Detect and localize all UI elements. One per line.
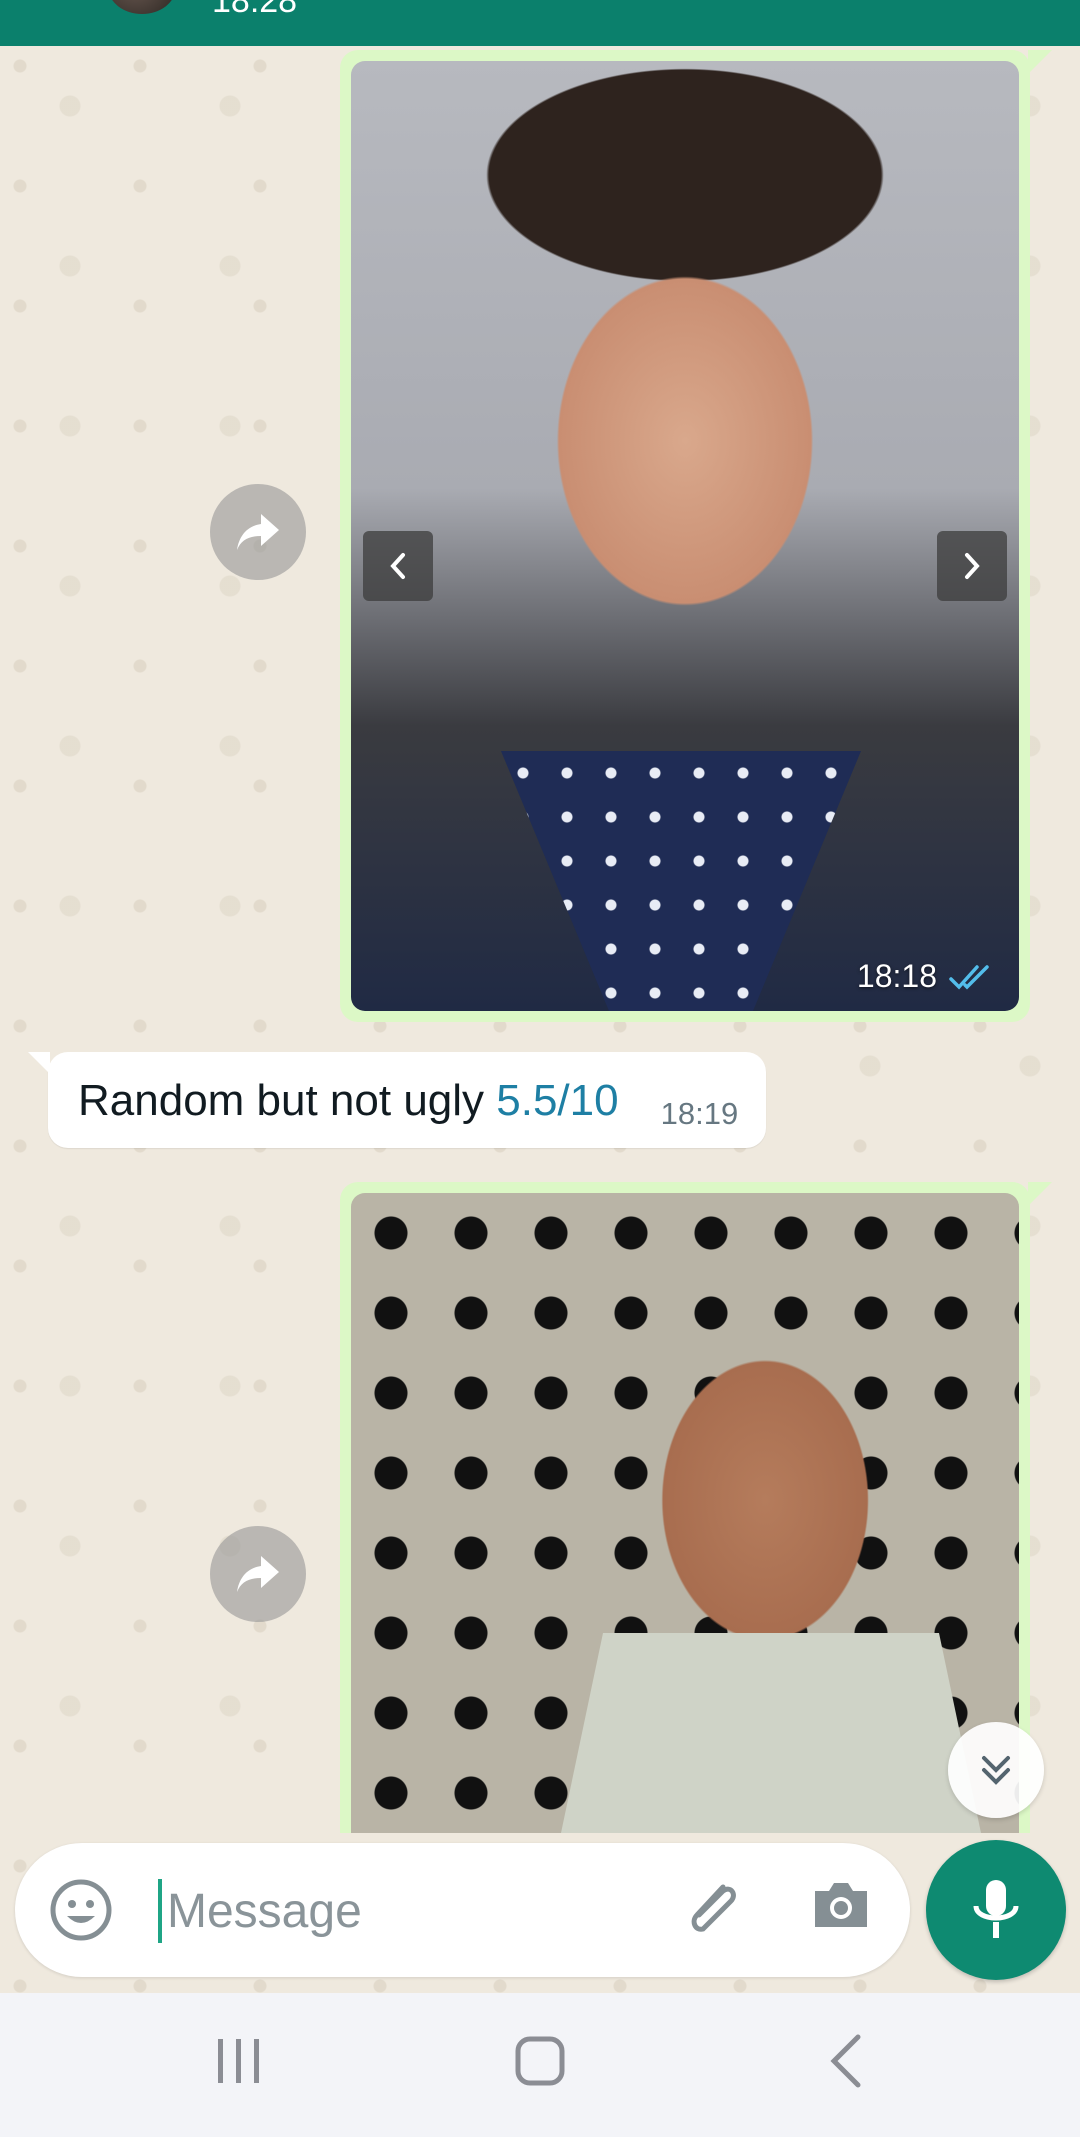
- chat-area[interactable]: 18:18 Random but not ugly 5.5/10 18:19: [0, 46, 1080, 1993]
- attach-button[interactable]: [675, 1871, 751, 1952]
- microphone-icon: [973, 1880, 1019, 1938]
- chat-header: 18:28: [0, 0, 1080, 46]
- outgoing-image-message[interactable]: 18:18: [340, 50, 1052, 1022]
- outgoing-image-message[interactable]: [340, 1182, 1052, 1833]
- message-text: Random but not ugly 5.5/10: [78, 1076, 619, 1125]
- incoming-text-message[interactable]: Random but not ugly 5.5/10 18:19: [28, 1052, 767, 1148]
- double-chevron-down-icon: [982, 1756, 1010, 1785]
- photo-detail: [561, 1633, 981, 1833]
- back-icon: [830, 2034, 861, 2088]
- contact-avatar[interactable]: [108, 0, 176, 14]
- camera-button[interactable]: [809, 1873, 873, 1942]
- forward-button[interactable]: [210, 484, 306, 580]
- system-navigation-bar: [0, 1993, 1080, 2137]
- read-ticks-icon: [949, 964, 989, 990]
- message-photo[interactable]: 18:18: [351, 61, 1019, 1011]
- emoji-button[interactable]: [47, 1876, 115, 1949]
- previous-image-button[interactable]: [363, 531, 433, 601]
- emoji-icon: [50, 1879, 112, 1941]
- header-time: 18:28: [212, 0, 298, 20]
- photo-detail: [501, 751, 861, 1011]
- message-time: 18:18: [856, 958, 937, 994]
- bubble-tail: [28, 1052, 50, 1074]
- home-button[interactable]: [514, 2033, 566, 2094]
- back-button[interactable]: [826, 2033, 866, 2094]
- chevron-left-icon: [390, 553, 405, 579]
- camera-icon: [815, 1883, 867, 1927]
- bubble-tail: [1028, 50, 1052, 74]
- paperclip-icon: [691, 1884, 736, 1932]
- next-image-button[interactable]: [937, 531, 1007, 601]
- voice-message-button[interactable]: [926, 1840, 1066, 1980]
- forward-icon: [237, 1556, 279, 1592]
- image-meta: 18:18: [857, 958, 995, 995]
- bubble-tail: [1028, 1182, 1052, 1206]
- message-composer: [15, 1843, 910, 1977]
- message-time: 18:19: [660, 1096, 739, 1131]
- recents-button[interactable]: [214, 2033, 264, 2094]
- home-icon: [515, 2036, 565, 2086]
- recents-icon: [218, 2039, 259, 2083]
- message-photo[interactable]: [351, 1193, 1019, 1833]
- chevron-right-icon: [965, 553, 980, 579]
- forward-button[interactable]: [210, 1526, 306, 1622]
- scroll-to-bottom-button[interactable]: [948, 1722, 1044, 1818]
- text-cursor: [158, 1879, 162, 1943]
- message-score: 5.5/10: [496, 1076, 619, 1125]
- message-input[interactable]: [165, 1873, 649, 1949]
- forward-icon: [237, 514, 279, 550]
